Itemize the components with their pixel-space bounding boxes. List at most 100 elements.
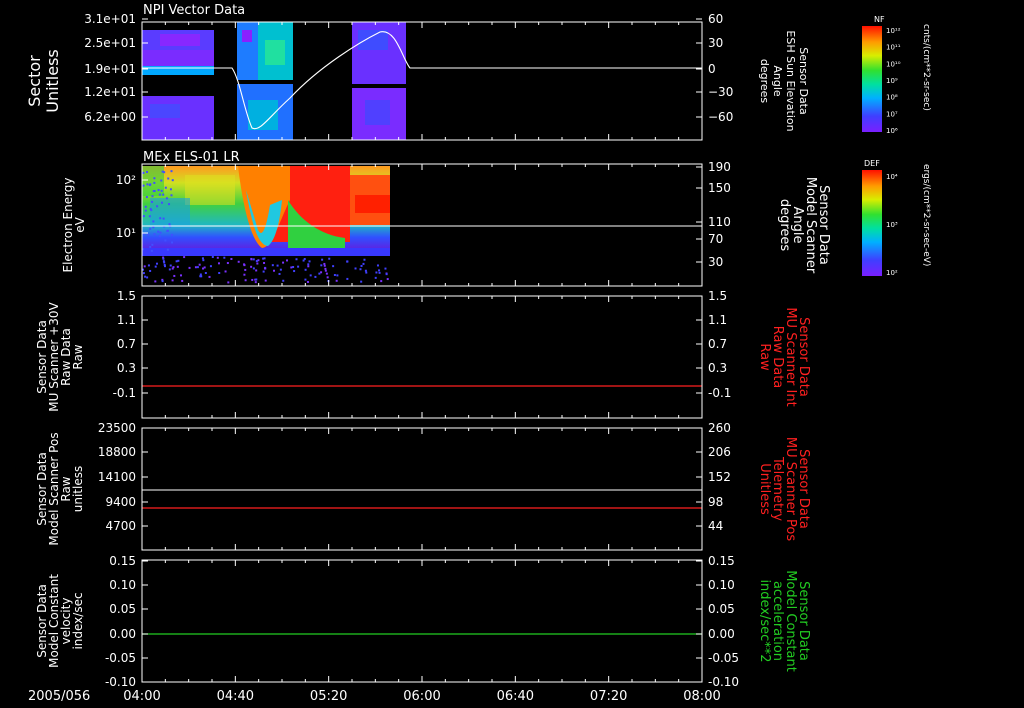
left-tick-label: 9400 xyxy=(105,495,136,509)
colorbar-label: 10¹¹ xyxy=(886,44,901,52)
right-axis-label: Sensor DataModel ScannerAngledegrees xyxy=(777,177,831,274)
colorbar-nf: NF 10¹² 10¹¹ 10¹⁰ 10⁹ 10⁸ 10⁷ 10⁶ cnts/(cm**2-… xyxy=(862,15,931,135)
plot-canvas: NPI Vector Data 3.1e+01 2.5e+01 1.9e+01 1.2… xyxy=(25,3,931,704)
left-tick-label: 0.15 xyxy=(109,554,136,568)
colorbar-def: DEF 10⁴ 10³ 10² ergs/(cm**2-sr-sec-eV) xyxy=(862,159,931,277)
left-tick-label: 0.7 xyxy=(117,337,136,351)
left-tick-label: 3.1e+01 xyxy=(84,12,136,26)
right-tick-label: 1.1 xyxy=(708,313,727,327)
right-axis-label: Sensor DataESH Sun ElevationAngledegrees xyxy=(758,30,810,131)
right-tick-label: 190 xyxy=(708,160,731,174)
right-tick-label: 98 xyxy=(708,495,723,509)
left-tick-label: 0.05 xyxy=(109,602,136,616)
panel-frame xyxy=(141,295,703,419)
time-tick-label: 04:00 xyxy=(123,689,160,704)
date-label: 2005/056 xyxy=(28,689,90,704)
colorbar-label: 10⁹ xyxy=(886,77,898,85)
panel-title: NPI Vector Data xyxy=(143,3,245,18)
right-tick-label: 60 xyxy=(708,12,723,26)
tick-marks: 0.15 0.10 0.05 0.00 -0.05 -0.10 0.15 0.10 0.05 0.… xyxy=(105,554,739,689)
right-tick-label: 0.05 xyxy=(708,602,735,616)
left-tick-label: -0.10 xyxy=(105,675,136,689)
right-tick-label: 152 xyxy=(708,470,731,484)
els-spectrogram xyxy=(142,166,390,284)
right-axis-label: Sensor DataModel Constantaccelerationind… xyxy=(757,570,811,672)
right-tick-label: 70 xyxy=(708,232,723,246)
colorbar-label: 10⁶ xyxy=(886,127,898,135)
left-tick-label: 0.10 xyxy=(109,578,136,592)
left-tick-label: 1.9e+01 xyxy=(84,62,136,76)
time-tick-label: 07:20 xyxy=(590,689,627,704)
left-tick-label: 0.3 xyxy=(117,361,136,375)
time-tick-label: 06:00 xyxy=(403,689,440,704)
left-tick-label: 23500 xyxy=(98,421,136,435)
colorbar-label: 10¹² xyxy=(886,27,901,35)
time-axis: 2005/056 04:00 04:40 05:20 06:00 06:40 07:20 0… xyxy=(28,689,721,704)
colorbar-label: 10³ xyxy=(886,221,898,229)
left-axis-label: Sensor DataMU Scanner +30VRaw DataRaw xyxy=(35,302,85,412)
time-tick-label: 04:40 xyxy=(217,689,254,704)
colorbar-label: 10¹⁰ xyxy=(886,60,901,68)
colorbar-label: 10⁴ xyxy=(886,173,898,181)
left-axis-label: SectorUnitless xyxy=(25,49,62,113)
panel-frame xyxy=(141,559,703,683)
right-tick-label: 150 xyxy=(708,181,731,195)
left-tick-label: 14100 xyxy=(98,470,136,484)
left-tick-label: 6.2e+00 xyxy=(84,110,136,124)
right-tick-label: −60 xyxy=(708,110,733,124)
tick-marks: 23500 18800 14100 9400 4700 260 206 152 98 44 xyxy=(98,421,731,550)
colorbar-gradient xyxy=(862,26,882,132)
left-axis-label: Sensor DataModel Scanner PosRawunitless xyxy=(35,432,85,545)
panel-els: MEx ELS-01 LR 10² 10¹ 190 150 110 70 30 xyxy=(116,150,731,287)
right-tick-label: -0.05 xyxy=(708,651,739,665)
right-tick-label: 0.10 xyxy=(708,578,735,592)
left-tick-label: 0.00 xyxy=(109,627,136,641)
right-tick-label: -0.1 xyxy=(708,386,731,400)
panel-vel: 0.15 0.10 0.05 0.00 -0.05 -0.10 0.15 0.10 0.05 0.… xyxy=(105,554,739,689)
time-tick-label: 06:40 xyxy=(497,689,534,704)
time-tick-label: 05:20 xyxy=(310,689,347,704)
left-tick-label: 4700 xyxy=(105,519,136,533)
panel-npi: NPI Vector Data 3.1e+01 2.5e+01 1.9e+01 1.2… xyxy=(84,3,733,141)
colorbar-title: DEF xyxy=(864,159,880,168)
left-tick-label: 10² xyxy=(116,173,136,187)
colorbar-label: 10² xyxy=(886,269,898,277)
right-tick-label: −30 xyxy=(708,85,733,99)
left-tick-label: 2.5e+01 xyxy=(84,36,136,50)
panel-raw: 1.5 1.1 0.7 0.3 -0.1 1.5 1.1 0.7 0.3 -0.1 xyxy=(113,289,731,419)
left-tick-label: -0.05 xyxy=(105,651,136,665)
colorbar-unit: ergs/(cm**2-sr-sec-eV) xyxy=(921,164,931,266)
time-tick-label: 08:00 xyxy=(683,689,720,704)
left-axis-label: Electron EnergyeV xyxy=(61,177,87,272)
right-tick-label: 30 xyxy=(708,255,723,269)
panel-title: MEx ELS-01 LR xyxy=(143,150,240,165)
left-tick-label: 1.2e+01 xyxy=(84,85,136,99)
right-tick-label: 30 xyxy=(708,36,723,50)
right-tick-label: 0.15 xyxy=(708,554,735,568)
colorbar-gradient xyxy=(862,170,882,276)
right-tick-label: 0.00 xyxy=(708,627,735,641)
right-tick-label: 0 xyxy=(708,62,716,76)
colorbar-label: 10⁷ xyxy=(886,110,898,118)
right-axis-label: Sensor DataMU Scanner IntRaw DataRaw xyxy=(757,307,811,406)
panel-frame xyxy=(141,21,703,141)
left-tick-label: -0.1 xyxy=(113,386,136,400)
left-axis-label: Sensor DataModel Constantvelocityindex/s… xyxy=(35,574,85,668)
colorbar-label: 10⁸ xyxy=(886,94,898,102)
right-tick-label: -0.10 xyxy=(708,675,739,689)
left-tick-label: 1.1 xyxy=(117,313,136,327)
right-tick-label: 44 xyxy=(708,519,723,533)
panel-pos: 23500 18800 14100 9400 4700 260 206 152 98 44 xyxy=(98,421,731,551)
right-tick-label: 0.3 xyxy=(708,361,727,375)
left-tick-label: 18800 xyxy=(98,445,136,459)
right-tick-label: 1.5 xyxy=(708,289,727,303)
right-tick-label: 0.7 xyxy=(708,337,727,351)
right-tick-label: 260 xyxy=(708,421,731,435)
colorbar-unit: cnts/(cm**2-sr-sec) xyxy=(921,24,931,111)
right-tick-label: 206 xyxy=(708,445,731,459)
right-tick-label: 110 xyxy=(708,215,731,229)
colorbar-title: NF xyxy=(874,15,885,24)
panel-frame xyxy=(141,427,703,551)
left-tick-label: 1.5 xyxy=(117,289,136,303)
sun-elevation-trace xyxy=(142,31,702,130)
